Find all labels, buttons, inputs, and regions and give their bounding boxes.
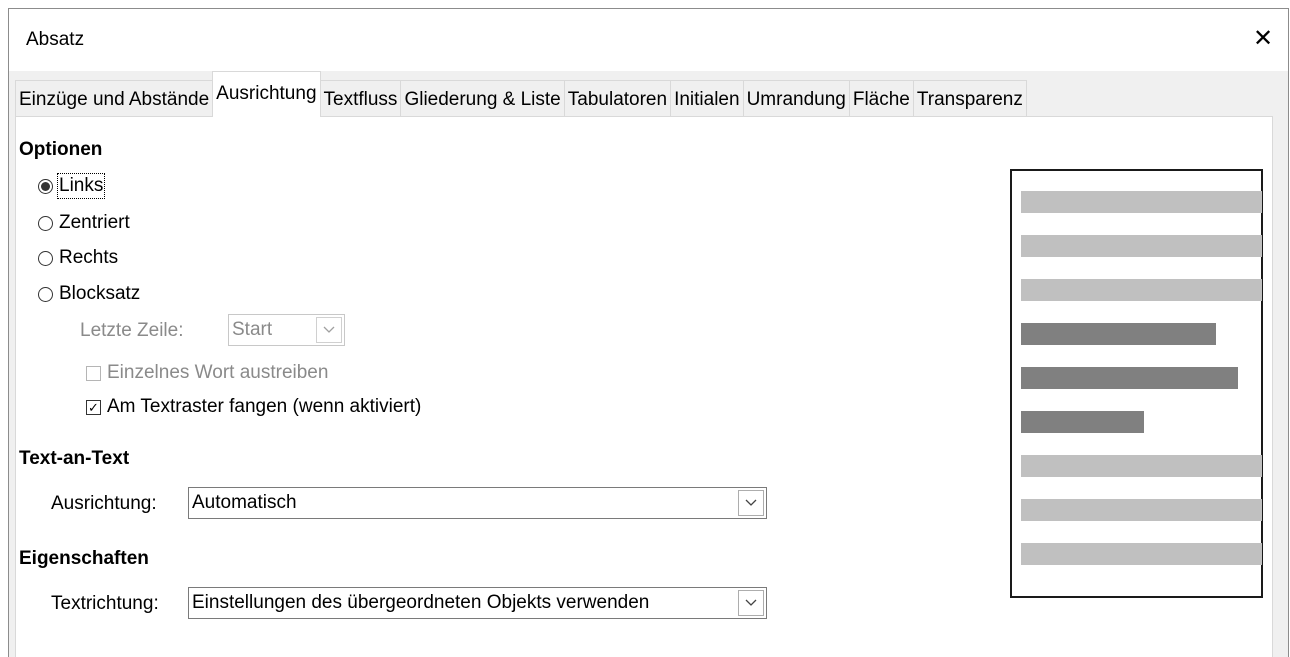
radio-left-label: Links	[56, 173, 106, 199]
radio-left-indicator[interactable]	[38, 178, 53, 194]
tab-tabs[interactable]: Tabulatoren	[563, 80, 672, 117]
radio-centered-label: Zentriert	[59, 212, 130, 233]
chevron-down-icon[interactable]	[738, 490, 764, 516]
check-icon[interactable]: ✓	[86, 399, 101, 415]
last-line-label: Letzte Zeile:	[80, 320, 184, 341]
last-line-select[interactable]: Start	[228, 314, 345, 346]
radio-centered-indicator[interactable]	[38, 215, 53, 231]
options-heading: Optionen	[19, 139, 103, 160]
preview-line	[1021, 279, 1262, 301]
single-word-checkbox[interactable]: Einzelnes Wort austreiben	[86, 362, 328, 384]
text-direction-value: Einstellungen des übergeordneten Objekts…	[192, 592, 650, 613]
preview-line	[1021, 323, 1216, 345]
chevron-down-icon[interactable]	[316, 317, 342, 343]
text-direction-select[interactable]: Einstellungen des übergeordneten Objekts…	[188, 587, 767, 619]
snap-to-grid-label: Am Textraster fangen (wenn aktiviert)	[107, 396, 422, 417]
preview-line	[1021, 499, 1262, 521]
tab-text-flow[interactable]: Textfluss	[319, 80, 402, 117]
tab-transparency[interactable]: Transparenz	[912, 80, 1027, 117]
tab-bar: Einzüge und Abstände Ausrichtung Textflu…	[15, 71, 1027, 117]
dialog-title: Absatz	[26, 29, 85, 50]
radio-justified[interactable]: Blocksatz	[38, 283, 140, 305]
tab-area[interactable]: Fläche	[848, 80, 914, 117]
title-bar: Absatz ✕	[9, 9, 1288, 71]
radio-justified-indicator[interactable]	[38, 286, 53, 302]
chevron-down-icon[interactable]	[738, 590, 764, 616]
radio-right-label: Rechts	[59, 247, 119, 268]
last-line-value: Start	[232, 319, 273, 340]
single-word-box[interactable]	[86, 365, 101, 381]
text-to-text-heading: Text-an-Text	[19, 448, 130, 469]
radio-justified-label: Blocksatz	[59, 283, 141, 304]
preview-line	[1021, 455, 1262, 477]
radio-centered[interactable]: Zentriert	[38, 212, 130, 234]
tab-indents-spacing[interactable]: Einzüge und Abstände	[15, 80, 214, 117]
preview-line	[1021, 543, 1262, 565]
alignment-preview	[1010, 169, 1263, 598]
preview-line	[1021, 191, 1262, 213]
properties-heading: Eigenschaften	[19, 548, 149, 569]
preview-line	[1021, 367, 1238, 389]
preview-line	[1021, 235, 1262, 257]
tab-outline-list[interactable]: Gliederung & Liste	[400, 80, 565, 117]
radio-right[interactable]: Rechts	[38, 247, 118, 269]
text-to-text-alignment-value: Automatisch	[192, 492, 297, 513]
single-word-label: Einzelnes Wort austreiben	[107, 362, 329, 383]
tab-drop-caps[interactable]: Initialen	[670, 80, 744, 117]
radio-right-indicator[interactable]	[38, 250, 53, 266]
tab-borders[interactable]: Umrandung	[742, 80, 850, 117]
radio-left[interactable]: Links	[38, 173, 106, 199]
text-to-text-alignment-select[interactable]: Automatisch	[188, 487, 767, 519]
close-icon[interactable]: ✕	[1248, 23, 1278, 53]
preview-line	[1021, 411, 1144, 433]
text-to-text-alignment-label: Ausrichtung:	[51, 493, 157, 514]
tab-alignment[interactable]: Ausrichtung	[212, 71, 321, 117]
alignment-panel: Optionen Links Zentriert Rechts Blocksat…	[15, 116, 1273, 657]
text-direction-label: Textrichtung:	[51, 593, 159, 614]
snap-to-grid-checkbox[interactable]: ✓ Am Textraster fangen (wenn aktiviert)	[86, 396, 421, 418]
